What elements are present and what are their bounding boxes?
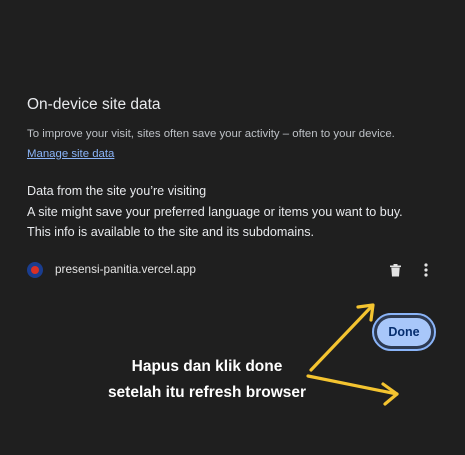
dialog-title: On-device site data xyxy=(27,96,161,113)
site-favicon-icon xyxy=(27,262,43,278)
section-text-line-1: A site might save your preferred languag… xyxy=(27,205,403,219)
site-name: presensi-panitia.vercel.app xyxy=(55,262,196,276)
site-row: presensi-panitia.vercel.app xyxy=(24,258,444,282)
manage-site-data-link[interactable]: Manage site data xyxy=(27,148,114,160)
section-heading: Data from the site you’re visiting xyxy=(27,184,207,198)
annotation-line-1: Hapus dan klik done xyxy=(131,358,283,375)
delete-site-data-button[interactable] xyxy=(385,260,405,280)
done-button[interactable]: Done xyxy=(372,313,436,351)
annotation-line-2: setelah itu refresh browser xyxy=(107,384,307,401)
more-options-button[interactable] xyxy=(416,260,436,280)
trash-icon xyxy=(389,263,401,276)
done-button-label: Done xyxy=(377,318,431,346)
dialog-description: To improve your visit, sites often save … xyxy=(27,128,395,140)
section-text-line-2: This info is available to the site and i… xyxy=(27,225,315,239)
more-vert-icon xyxy=(424,263,428,277)
